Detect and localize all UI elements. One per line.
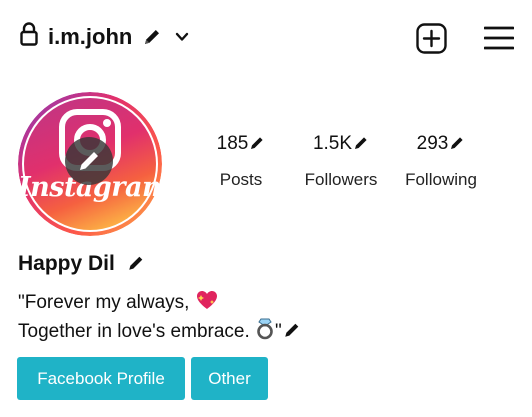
- pencil-icon[interactable]: [249, 135, 265, 151]
- bio-line-1-text: "Forever my always,: [18, 292, 190, 313]
- pencil-icon[interactable]: [449, 135, 465, 151]
- other-button[interactable]: Other: [191, 357, 268, 400]
- stat-posts-label: Posts: [219, 170, 263, 189]
- stat-following[interactable]: 293 Following: [386, 133, 496, 190]
- sparkling-heart-icon: [196, 291, 217, 309]
- stat-followers[interactable]: 1.5K Followers: [286, 133, 396, 190]
- ring-icon: [257, 318, 273, 340]
- stat-following-value: 293: [416, 133, 449, 154]
- lock-icon: [20, 22, 38, 46]
- avatar-edit-button[interactable]: [65, 137, 113, 185]
- stat-following-label: Following: [405, 170, 477, 189]
- create-post-button[interactable]: [416, 23, 447, 54]
- hamburger-menu-icon[interactable]: [484, 26, 514, 50]
- stat-posts-value: 185: [216, 133, 249, 154]
- pencil-icon: [80, 152, 98, 170]
- stat-followers-value: 1.5K: [312, 133, 353, 154]
- display-name-text: Happy Dil: [18, 252, 115, 275]
- profile-username[interactable]: i.m.john: [48, 24, 132, 50]
- facebook-profile-button[interactable]: Facebook Profile: [17, 357, 185, 400]
- profile-display-name: Happy Dil: [18, 251, 145, 277]
- bio-line-2-text: Together in love's embrace.: [18, 321, 250, 342]
- stat-followers-label: Followers: [304, 170, 378, 189]
- pencil-icon[interactable]: [142, 27, 162, 47]
- bio-line-2-quote: ": [275, 321, 282, 342]
- chevron-down-icon[interactable]: [174, 30, 190, 44]
- pencil-icon[interactable]: [353, 135, 369, 151]
- pencil-icon[interactable]: [127, 254, 145, 272]
- bio-line-2: Together in love's embrace. ": [18, 316, 301, 343]
- pencil-icon[interactable]: [283, 321, 301, 339]
- bio-line-1: "Forever my always,: [18, 289, 219, 314]
- stat-posts[interactable]: 185 Posts: [186, 133, 296, 190]
